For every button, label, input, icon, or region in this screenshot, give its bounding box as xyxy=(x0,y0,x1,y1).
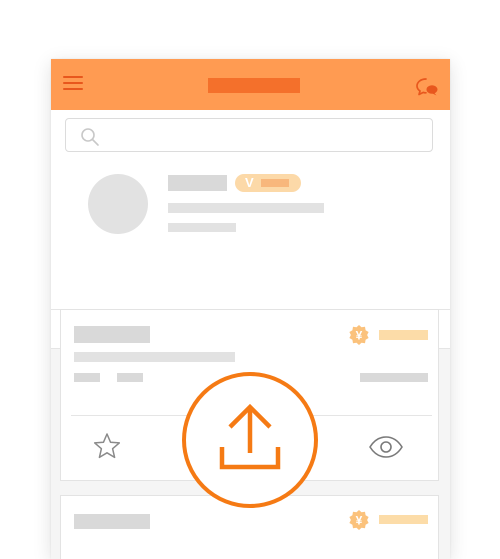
username-placeholder xyxy=(168,175,227,191)
yen-coin-icon: ¥ xyxy=(349,325,369,345)
yen-symbol: ¥ xyxy=(356,329,363,343)
card-subtitle-placeholder xyxy=(74,352,235,362)
card-title-placeholder xyxy=(74,326,150,343)
user-info-line-1 xyxy=(168,203,324,213)
price-placeholder xyxy=(379,515,428,524)
yen-coin-icon: ¥ xyxy=(349,510,369,530)
card-meta-placeholder xyxy=(117,373,143,382)
profile-section: V xyxy=(51,110,450,349)
hamburger-menu-icon[interactable] xyxy=(63,76,83,92)
search-bar[interactable] xyxy=(65,118,433,152)
page-title-placeholder xyxy=(208,78,300,93)
user-info-line-2 xyxy=(168,223,236,232)
price-placeholder xyxy=(379,330,428,340)
vip-level-placeholder xyxy=(261,179,289,187)
yen-symbol: ¥ xyxy=(356,514,363,528)
search-input[interactable] xyxy=(108,125,422,147)
star-icon[interactable] xyxy=(92,431,122,461)
card-title-placeholder xyxy=(74,514,150,529)
chat-bubble-icon[interactable] xyxy=(415,76,439,98)
eye-icon[interactable] xyxy=(368,435,404,459)
card-date-placeholder xyxy=(360,373,428,382)
vip-badge: V xyxy=(235,174,301,192)
card-meta-placeholder xyxy=(74,373,100,382)
search-icon xyxy=(81,128,99,146)
upload-icon[interactable] xyxy=(181,371,319,509)
vip-badge-label: V xyxy=(245,175,254,190)
avatar[interactable] xyxy=(88,174,148,234)
app-header xyxy=(51,59,450,110)
